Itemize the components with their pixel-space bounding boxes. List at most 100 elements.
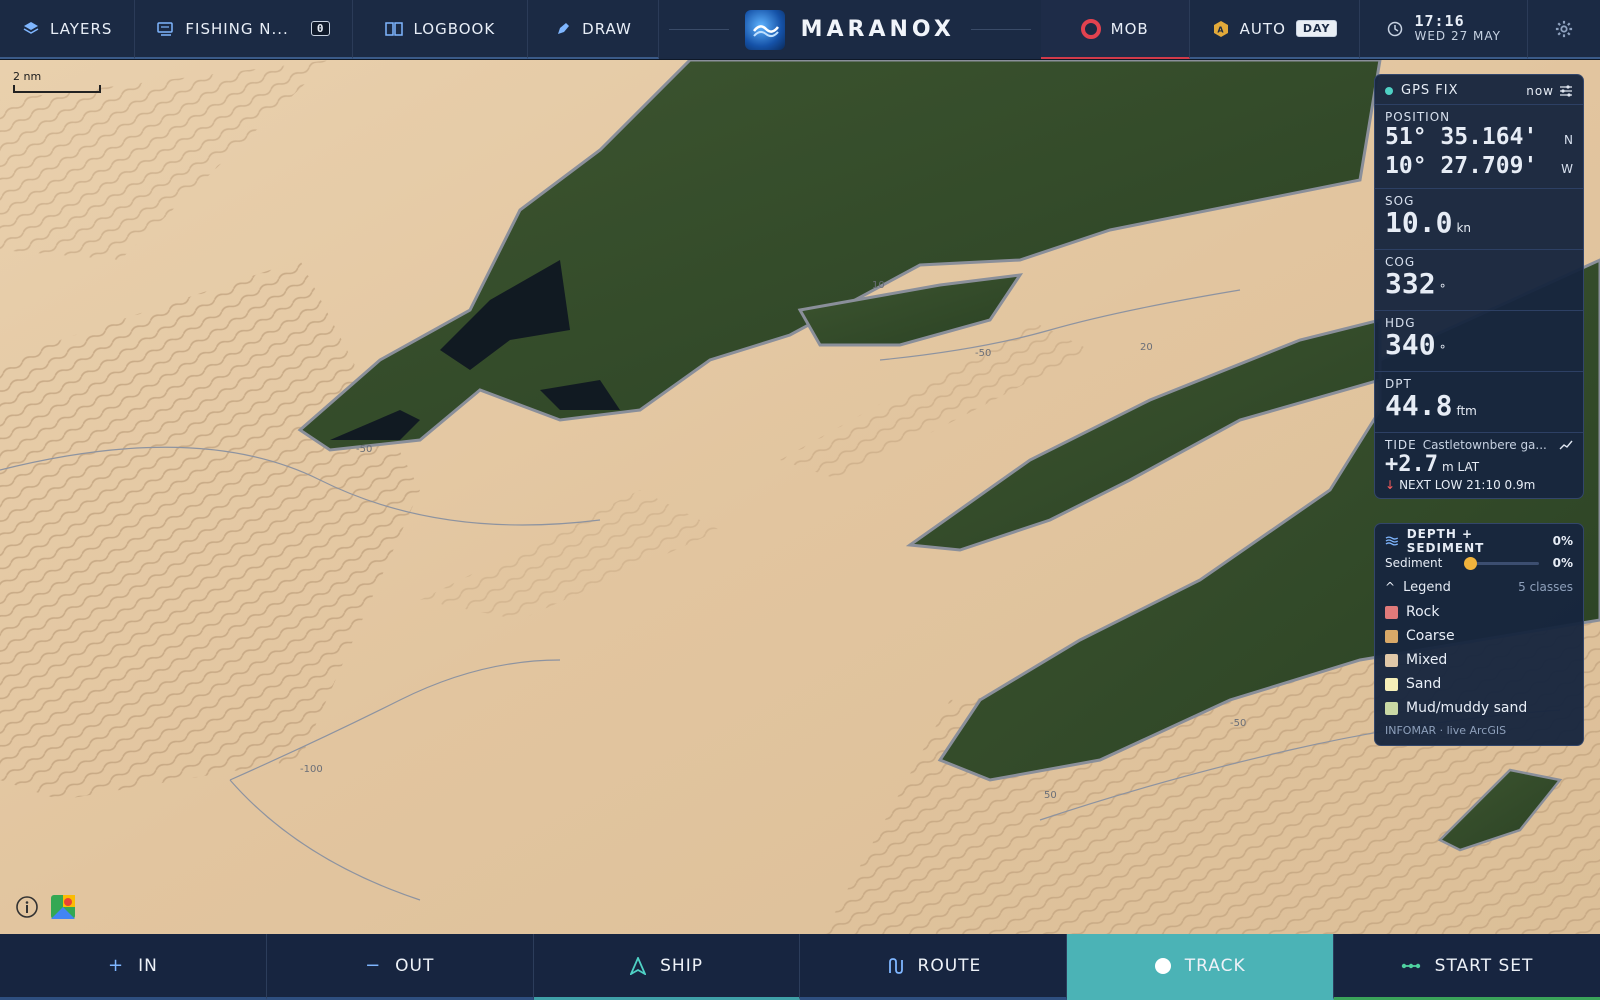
slider-knob[interactable] (1464, 556, 1477, 570)
day-mode-badge: DAY (1295, 20, 1338, 37)
fishing-label: FISHING N... (185, 19, 289, 38)
legend-item: Sand (1385, 672, 1573, 696)
draw-label: DRAW (582, 19, 632, 38)
mob-button[interactable]: MOB (1040, 0, 1190, 59)
clock: 17:16 WED 27 MAY (1360, 0, 1528, 59)
set-line-icon (1401, 963, 1420, 968)
legend-swatch (1385, 629, 1398, 643)
legend-swatch (1385, 653, 1398, 667)
top-bar: LAYERS FISHING N... 0 LOGBOOK DRAW MARAN… (0, 0, 1600, 60)
depth-sediment-title: DEPTH + SEDIMENT (1406, 527, 1485, 555)
tide-station: Castletownbere ga... (1422, 438, 1547, 452)
bottom-bar: + IN − OUT SHIP ROUTE TRACK START SET (0, 934, 1600, 1000)
minus-icon: − (365, 955, 382, 976)
depth-sediment-percent: 0% (1552, 534, 1573, 548)
tide-section[interactable]: TIDE Castletownbere ga... +2.7 m LAT ↓ NEX… (1375, 433, 1583, 498)
legend-count: 5 classes (1518, 580, 1573, 594)
legend-item-label: Mud/muddy sand (1406, 700, 1528, 716)
route-icon (888, 957, 903, 974)
longitude-value: 10° 27.709' (1385, 153, 1538, 179)
data-source-label: INFOMAR · live ArcGIS (1385, 724, 1507, 737)
depth-sediment-panel: DEPTH + SEDIMENT 0% Sediment 0% ^ Legend … (1374, 523, 1584, 746)
legend-item-label: Rock (1406, 604, 1440, 620)
hdg-value: 340 (1385, 328, 1436, 361)
tide-label: TIDE (1385, 438, 1417, 452)
sliders-icon (1560, 84, 1572, 97)
sediment-slider-label: Sediment (1385, 556, 1443, 570)
depth-label: 50 (1044, 790, 1057, 801)
track-label: TRACK (1184, 955, 1246, 976)
gps-status-dot (1385, 86, 1393, 95)
gps-age-settings[interactable]: now (1526, 84, 1573, 98)
depth-label: -50 (975, 348, 991, 359)
cog-section: COG 332 ° (1375, 250, 1583, 311)
legend-item: Mixed (1385, 648, 1573, 672)
draw-button[interactable]: DRAW (528, 0, 659, 59)
sediment-opacity-slider[interactable] (1464, 556, 1539, 570)
next-low: NEXT LOW 21:10 0.9m (1399, 478, 1536, 492)
trend-icon (1559, 440, 1573, 450)
longitude-hemisphere: W (1561, 162, 1573, 176)
latitude-hemisphere: N (1564, 133, 1573, 147)
map-provider-icon (51, 895, 75, 919)
legend-swatch (1385, 701, 1398, 715)
depth-label: -50 (356, 444, 372, 455)
route-label: ROUTE (917, 955, 982, 976)
auto-day-mode-button[interactable]: A AUTO DAY (1189, 0, 1361, 59)
clock-date: WED 27 MAY (1414, 28, 1501, 43)
legend-toggle[interactable]: ^ Legend 5 classes (1385, 574, 1573, 600)
info-button[interactable] (14, 894, 40, 920)
latitude-value: 51° 35.164' (1385, 124, 1538, 150)
legend-item-label: Mixed (1406, 652, 1448, 668)
scale-label: 2 nm (13, 70, 42, 83)
fishing-notes-button[interactable]: FISHING N... 0 (135, 0, 354, 59)
scale-bar: 2 nm (13, 70, 101, 93)
track-button[interactable]: TRACK (1067, 934, 1335, 1000)
zoom-out-button[interactable]: − OUT (266, 934, 534, 1000)
tide-value: +2.7 (1385, 452, 1438, 477)
fishing-count-badge: 0 (310, 21, 331, 36)
sediment-slider-percent: 0% (1552, 556, 1573, 570)
dpt-value: 44.8 (1385, 389, 1453, 422)
gear-icon (1555, 20, 1573, 38)
dpt-unit: ftm (1456, 404, 1477, 418)
start-set-label: START SET (1434, 955, 1534, 976)
depth-label: -50 (1230, 718, 1246, 729)
dpt-section: DPT 44.8 ftm (1375, 372, 1583, 433)
ship-button[interactable]: SHIP (533, 934, 801, 1000)
legend-swatch (1385, 605, 1398, 619)
auto-badge-letter: A (1217, 25, 1224, 34)
auto-mode-icon: A (1212, 20, 1230, 38)
hdg-section: HDG 340 ° (1375, 311, 1583, 372)
arrow-down-icon: ↓ (1385, 478, 1396, 492)
cog-unit: ° (1439, 282, 1446, 296)
chart-map[interactable]: 10 -50 -50 20 -100 50 -50 2 nm GPS FIX n… (0, 60, 1600, 934)
depth-label: 10 (872, 280, 885, 291)
sog-unit: kn (1456, 221, 1471, 235)
sog-section: SOG 10.0 kn (1375, 189, 1583, 250)
logbook-button[interactable]: LOGBOOK (353, 0, 529, 59)
settings-button[interactable] (1528, 0, 1600, 59)
map-attribution-button[interactable] (50, 894, 76, 920)
legend-item: Rock (1385, 600, 1573, 624)
map-canvas: 10 -50 -50 20 -100 50 -50 (0, 60, 1600, 934)
gps-fix-panel: GPS FIX now POSITION 51° 35.164' N 10° 27… (1374, 74, 1584, 499)
chevron-up-icon: ^ (1385, 580, 1396, 594)
legend-item-label: Coarse (1406, 628, 1455, 644)
maranox-logo-icon (744, 9, 785, 50)
start-set-button[interactable]: START SET (1334, 934, 1600, 1000)
ship-arrow-icon (630, 956, 647, 975)
zoom-in-button[interactable]: + IN (0, 934, 267, 1000)
legend-item: Mud/muddy sand (1385, 696, 1573, 720)
book-icon (385, 20, 404, 38)
auto-label: AUTO (1239, 19, 1286, 38)
pen-icon (554, 20, 572, 38)
route-button[interactable]: ROUTE (800, 934, 1068, 1000)
clock-icon (1386, 20, 1404, 38)
layers-button[interactable]: LAYERS (0, 0, 136, 59)
position-section: POSITION 51° 35.164' N 10° 27.709' W (1375, 105, 1583, 189)
cog-value: 332 (1385, 267, 1436, 300)
plus-icon: + (108, 955, 125, 976)
gps-age: now (1526, 83, 1554, 98)
clock-time: 17:16 (1414, 11, 1465, 30)
